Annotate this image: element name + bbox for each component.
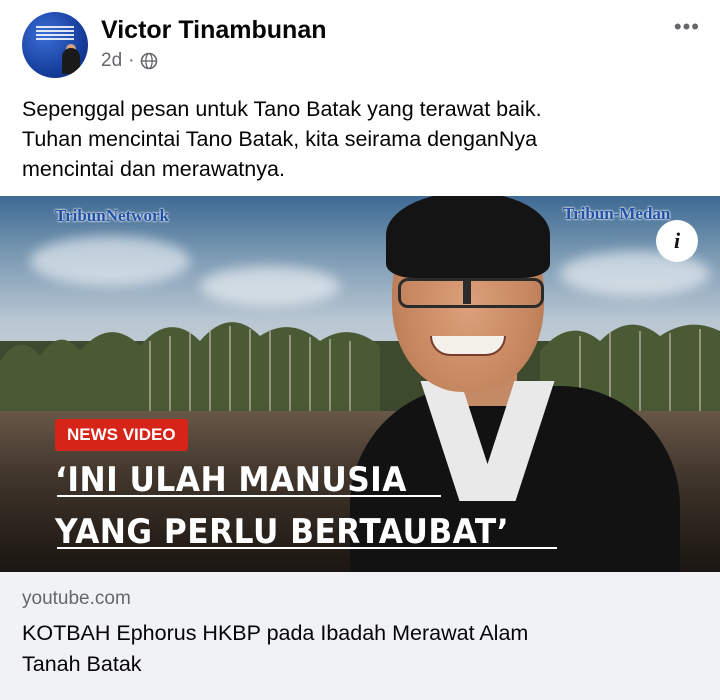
headline-line: ‘INI ULAH MANUSIA xyxy=(55,460,407,500)
link-title-line: Tanah Batak xyxy=(22,652,142,676)
post-text-line: mencintai dan merawatnya. xyxy=(22,157,285,181)
globe-icon[interactable] xyxy=(140,52,158,70)
post-text-line: Tuhan mencintai Tano Batak, kita seirama… xyxy=(22,127,538,151)
headline-underline xyxy=(57,495,441,497)
author-name[interactable]: Victor Tinambunan xyxy=(101,16,327,45)
glasses-bridge xyxy=(463,278,471,304)
link-title[interactable]: KOTBAH Ephorus HKBP pada Ibadah Merawat … xyxy=(22,618,702,680)
info-icon[interactable]: i xyxy=(656,220,698,262)
post-text: Sepenggal pesan untuk Tano Batak yang te… xyxy=(22,94,702,184)
headline-underline xyxy=(57,547,557,549)
post-time[interactable]: 2d xyxy=(101,50,122,72)
person-smile xyxy=(430,336,506,356)
tribunnetwork-logo: TribunNetwork xyxy=(55,206,169,225)
video-headline: ‘INI ULAH MANUSIA YANG PERLU BERTAUBAT’ xyxy=(55,454,549,558)
video-thumbnail[interactable]: TribunNetwork Tribun-Medan i NEWS VIDEO … xyxy=(0,196,720,572)
more-options-icon[interactable]: ••• xyxy=(674,14,700,40)
news-video-badge: NEWS VIDEO xyxy=(55,419,188,451)
avatar-text-graphic xyxy=(36,26,74,40)
meta-separator: · xyxy=(128,50,135,71)
link-domain: youtube.com xyxy=(22,588,131,609)
link-title-line: KOTBAH Ephorus HKBP pada Ibadah Merawat … xyxy=(22,621,529,645)
post-meta: 2d · xyxy=(101,50,158,72)
author-avatar[interactable] xyxy=(22,12,88,78)
avatar-person xyxy=(62,48,80,74)
person-glasses xyxy=(398,278,544,308)
headline-line: YANG PERLU BERTAUBAT’ xyxy=(55,512,510,552)
tribun-medan-logo: Tribun-Medan xyxy=(563,204,671,223)
person-hair xyxy=(386,196,550,278)
post-text-line: Sepenggal pesan untuk Tano Batak yang te… xyxy=(22,97,542,121)
post-header: Victor Tinambunan 2d · ••• xyxy=(0,0,720,90)
